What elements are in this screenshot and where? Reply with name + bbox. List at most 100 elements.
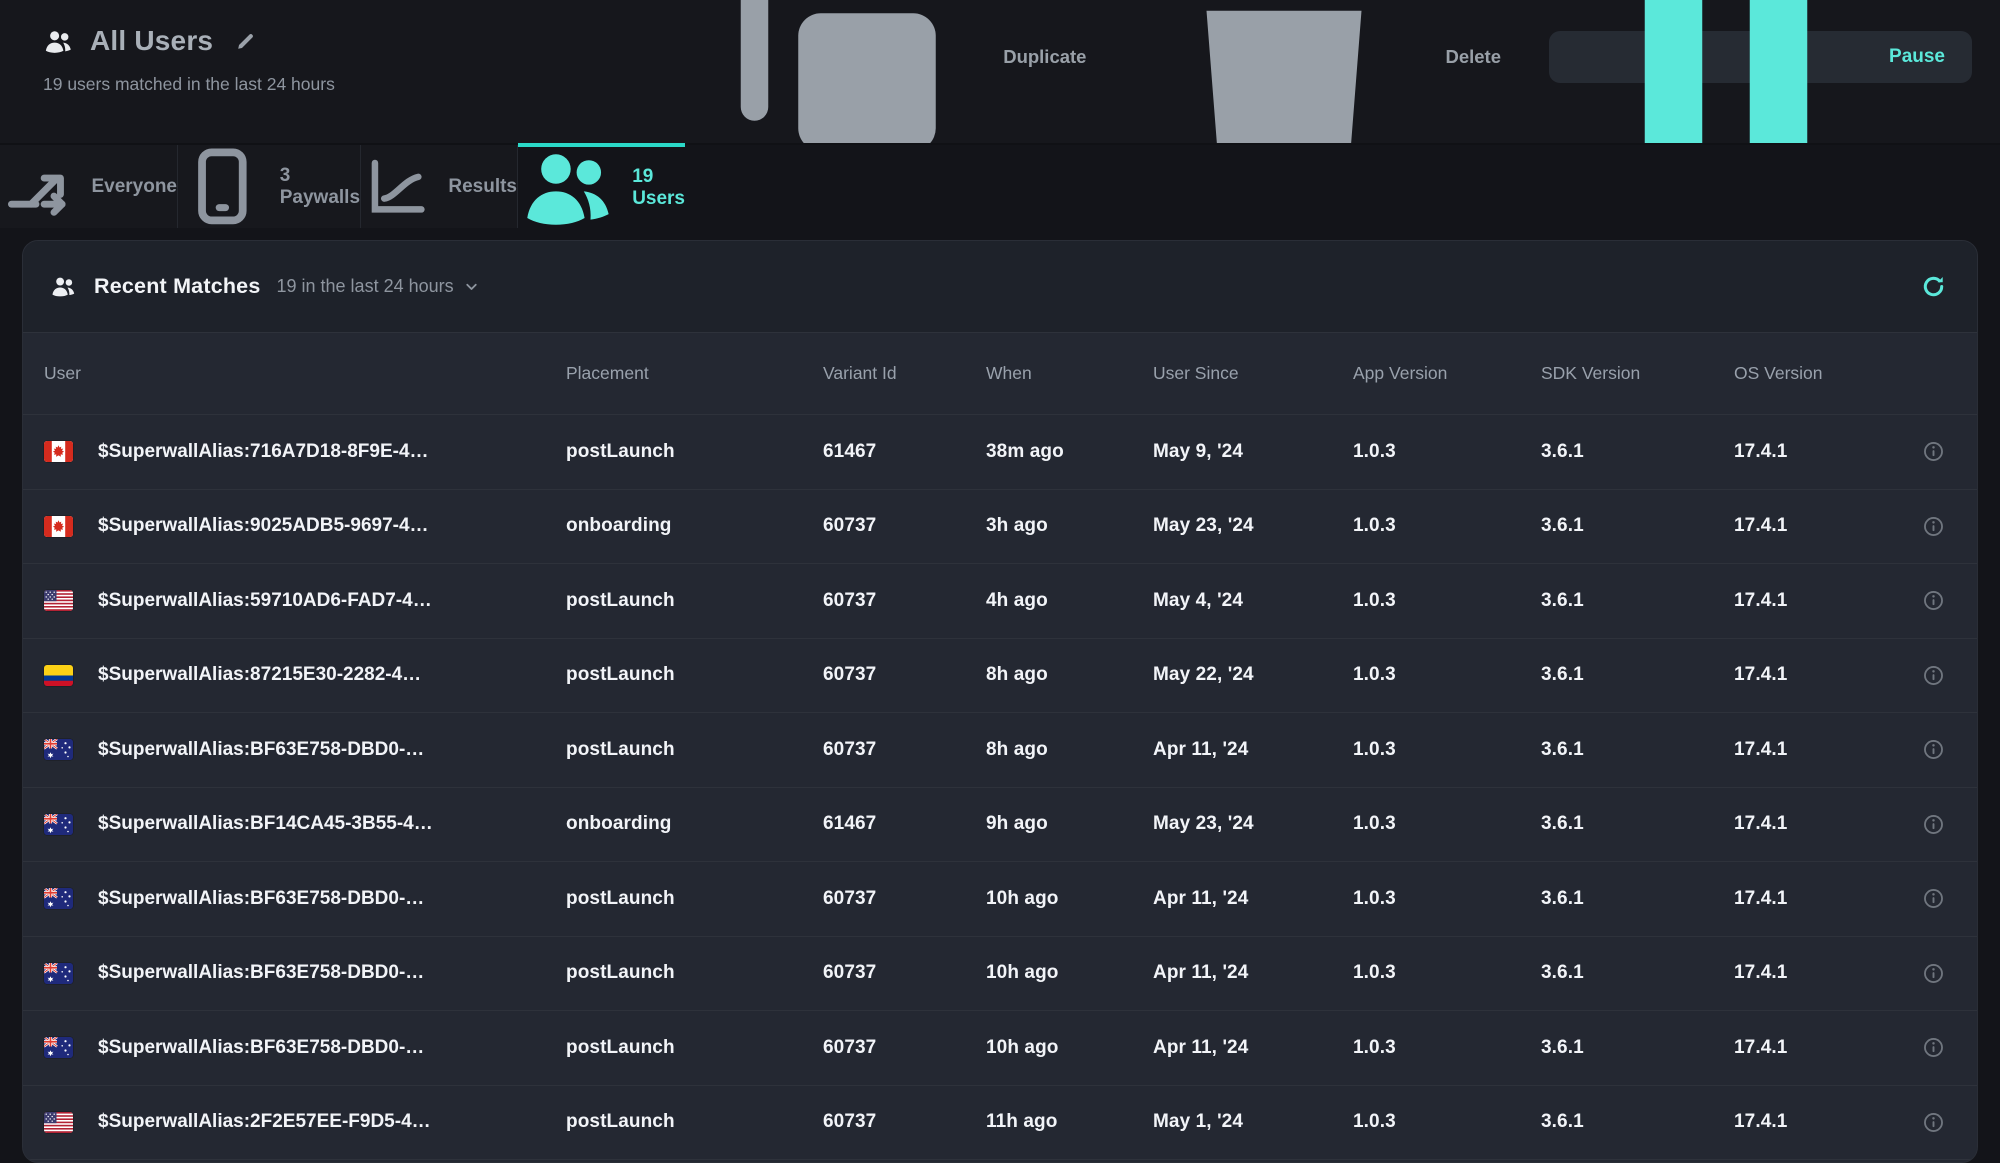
- cell-placement: postLaunch: [566, 1111, 823, 1133]
- table-header-row: UserPlacementVariant IdWhenUser SinceApp…: [23, 333, 1977, 415]
- flag-au-icon: [44, 888, 73, 909]
- table-row[interactable]: $SuperwallAlias:BF63E758-DBD0-… postLaunc…: [23, 713, 1977, 788]
- tab-users[interactable]: 19 Users: [518, 143, 685, 228]
- column-header-user: User: [23, 363, 566, 384]
- cell-os-version: 17.4.1: [1734, 1111, 1914, 1133]
- cell-info: [1914, 1111, 1977, 1134]
- table-row[interactable]: $SuperwallAlias:BF14CA45-3B55-4…onboardi…: [23, 788, 1977, 863]
- cell-placement: onboarding: [566, 813, 823, 835]
- cell-sdk-version: 3.6.1: [1541, 441, 1734, 463]
- cell-os-version: 17.4.1: [1734, 813, 1914, 835]
- user-alias: $SuperwallAlias:BF63E758-DBD0-…: [98, 739, 424, 761]
- users-icon: [43, 26, 74, 57]
- users-icon: [518, 137, 619, 238]
- info-icon[interactable]: [1922, 440, 1945, 463]
- cell-app-version: 1.0.3: [1353, 1111, 1541, 1133]
- cell-placement: postLaunch: [566, 590, 823, 612]
- column-header-when: When: [986, 363, 1153, 384]
- tab-results[interactable]: Results: [361, 145, 518, 228]
- user-alias: $SuperwallAlias:716A7D18-8F9E-4…: [98, 441, 429, 463]
- cell-os-version: 17.4.1: [1734, 515, 1914, 537]
- pause-button[interactable]: Pause: [1549, 31, 1972, 83]
- info-icon[interactable]: [1922, 589, 1945, 612]
- cell-placement: postLaunch: [566, 739, 823, 761]
- table-row[interactable]: $SuperwallAlias:9025ADB5-9697-4… onboardi…: [23, 490, 1977, 565]
- table-row[interactable]: $SuperwallAlias:2F2E57EE-F9D5-4…postLaun…: [23, 1086, 1977, 1161]
- table-row[interactable]: $SuperwallAlias:59710AD6-FAD7-4… postLaun…: [23, 564, 1977, 639]
- cell-info: [1914, 1036, 1977, 1059]
- table-body: $SuperwallAlias:716A7D18-8F9E-4… postLaun…: [23, 415, 1977, 1160]
- cell-when: 10h ago: [986, 962, 1153, 984]
- cell-variant-id: 60737: [823, 664, 986, 686]
- time-range-label: 19 in the last 24 hours: [277, 276, 454, 297]
- cell-app-version: 1.0.3: [1353, 962, 1541, 984]
- cell-variant-id: 61467: [823, 813, 986, 835]
- cell-user: $SuperwallAlias:BF63E758-DBD0-…: [23, 962, 566, 984]
- users-icon: [50, 273, 77, 300]
- info-icon[interactable]: [1922, 887, 1945, 910]
- tab-label: Everyone: [91, 176, 177, 198]
- info-icon[interactable]: [1922, 962, 1945, 985]
- cell-sdk-version: 3.6.1: [1541, 888, 1734, 910]
- info-icon[interactable]: [1922, 515, 1945, 538]
- cell-variant-id: 60737: [823, 515, 986, 537]
- tab-bar-filler: [685, 145, 2000, 228]
- time-range-filter[interactable]: 19 in the last 24 hours: [277, 276, 480, 297]
- cell-user-since: May 9, '24: [1153, 441, 1353, 463]
- tab-bar: Everyone 3 PaywallsResults19 Users: [0, 143, 2000, 228]
- panel-title: Recent Matches: [94, 274, 261, 299]
- page-title: All Users: [90, 25, 213, 57]
- table-row[interactable]: $SuperwallAlias:BF63E758-DBD0-…postLaunc…: [23, 862, 1977, 937]
- cell-placement: postLaunch: [566, 1037, 823, 1059]
- cell-sdk-version: 3.6.1: [1541, 1037, 1734, 1059]
- cell-user: $SuperwallAlias:2F2E57EE-F9D5-4…: [23, 1111, 566, 1133]
- cell-when: 8h ago: [986, 664, 1153, 686]
- cell-app-version: 1.0.3: [1353, 590, 1541, 612]
- cell-os-version: 17.4.1: [1734, 1037, 1914, 1059]
- flag-ca-icon: [44, 441, 73, 462]
- info-icon[interactable]: [1922, 738, 1945, 761]
- tab-everyone[interactable]: Everyone: [0, 145, 178, 228]
- cell-info: [1914, 515, 1977, 538]
- cell-placement: onboarding: [566, 515, 823, 537]
- user-alias: $SuperwallAlias:59710AD6-FAD7-4…: [98, 590, 432, 612]
- cell-info: [1914, 962, 1977, 985]
- info-icon[interactable]: [1922, 813, 1945, 836]
- cell-app-version: 1.0.3: [1353, 664, 1541, 686]
- cell-sdk-version: 3.6.1: [1541, 962, 1734, 984]
- cell-sdk-version: 3.6.1: [1541, 590, 1734, 612]
- table-row[interactable]: $SuperwallAlias:BF63E758-DBD0-…postLaunc…: [23, 937, 1977, 1012]
- table-row[interactable]: $SuperwallAlias:716A7D18-8F9E-4… postLaun…: [23, 415, 1977, 490]
- cell-os-version: 17.4.1: [1734, 664, 1914, 686]
- cell-app-version: 1.0.3: [1353, 515, 1541, 537]
- edit-pencil-icon[interactable]: [235, 30, 257, 52]
- flag-au-icon: [44, 963, 73, 984]
- info-icon[interactable]: [1922, 1111, 1945, 1134]
- column-header-app-version: App Version: [1353, 363, 1541, 384]
- cell-user: $SuperwallAlias:BF63E758-DBD0-…: [23, 739, 566, 761]
- tab-label: 3 Paywalls: [280, 165, 360, 209]
- info-icon[interactable]: [1922, 664, 1945, 687]
- tab-paywalls[interactable]: 3 Paywalls: [178, 145, 361, 228]
- flag-us-icon: [44, 590, 73, 611]
- flag-au-icon: [44, 739, 73, 760]
- info-icon[interactable]: [1922, 1036, 1945, 1059]
- cell-sdk-version: 3.6.1: [1541, 515, 1734, 537]
- table-row[interactable]: $SuperwallAlias:87215E30-2282-4…postLaun…: [23, 639, 1977, 714]
- table-row[interactable]: $SuperwallAlias:BF63E758-DBD0-…postLaunc…: [23, 1011, 1977, 1086]
- cell-placement: postLaunch: [566, 441, 823, 463]
- user-alias: $SuperwallAlias:BF63E758-DBD0-…: [98, 962, 424, 984]
- user-alias: $SuperwallAlias:9025ADB5-9697-4…: [98, 515, 429, 537]
- user-alias: $SuperwallAlias:BF63E758-DBD0-…: [98, 888, 424, 910]
- chevron-down-icon: [463, 278, 480, 295]
- cell-when: 10h ago: [986, 888, 1153, 910]
- cell-user: $SuperwallAlias:BF63E758-DBD0-…: [23, 1037, 566, 1059]
- recent-matches-card: Recent Matches 19 in the last 24 hours U…: [22, 240, 1978, 1163]
- cell-when: 11h ago: [986, 1111, 1153, 1133]
- recent-matches-header: Recent Matches 19 in the last 24 hours: [23, 241, 1977, 333]
- split-arrow-icon: [0, 147, 78, 225]
- pause-label: Pause: [1889, 46, 1945, 68]
- cell-placement: postLaunch: [566, 664, 823, 686]
- cell-when: 8h ago: [986, 739, 1153, 761]
- refresh-icon[interactable]: [1920, 273, 1947, 300]
